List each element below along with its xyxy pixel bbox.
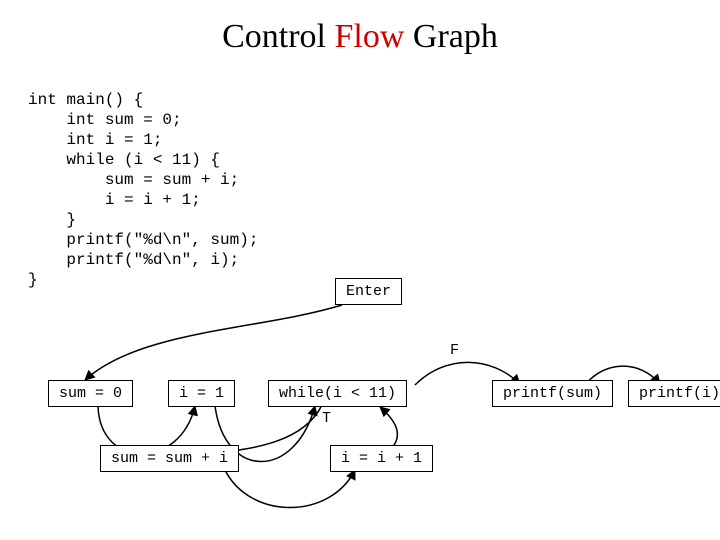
node-sum-sum-i: sum = sum + i <box>100 445 239 472</box>
node-while: while(i < 11) <box>268 380 407 407</box>
node-sum-0: sum = 0 <box>48 380 133 407</box>
title-flow: Flow <box>335 18 405 55</box>
page-title: Control Flow Graph <box>0 18 720 56</box>
node-i-i-1: i = i + 1 <box>330 445 433 472</box>
node-printf-sum: printf(sum) <box>492 380 613 407</box>
title-part-2: Graph <box>404 18 497 55</box>
label-true: T <box>322 410 331 427</box>
node-i-1: i = 1 <box>168 380 235 407</box>
title-part-1: Control <box>222 18 334 55</box>
node-enter: Enter <box>335 278 402 305</box>
node-printf-i: printf(i) <box>628 380 720 407</box>
label-false: F <box>450 342 459 359</box>
code-listing: int main() { int sum = 0; int i = 1; whi… <box>28 90 258 290</box>
